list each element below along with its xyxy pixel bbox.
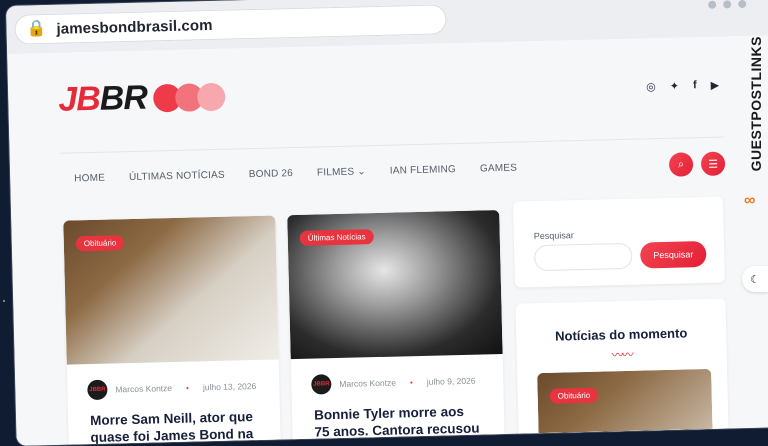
post-author[interactable]: Marcos Kontze	[115, 383, 172, 394]
nav-home[interactable]: HOME	[74, 173, 105, 185]
search-button[interactable]: Pesquisar	[639, 240, 707, 269]
instagram-icon[interactable]: ◎	[646, 80, 656, 93]
post-card[interactable]: Últimas Notícias JBBR Marcos Kontze • ju…	[287, 210, 505, 446]
post-image[interactable]: Obituário	[63, 215, 279, 365]
post-card[interactable]: Obituário JBBR Marcos Kontze • julho 13,…	[63, 215, 281, 446]
avatar: JBBR	[87, 379, 108, 401]
window-dot[interactable]	[723, 0, 732, 9]
nav-filmes[interactable]: FILMES ⌄	[317, 166, 366, 178]
logo-circles-icon	[152, 82, 226, 112]
post-date: julho 9, 2026	[426, 375, 476, 387]
meta-separator: •	[185, 383, 190, 393]
nav-ultimas-noticias[interactable]: ÚLTIMAS NOTÍCIAS	[129, 170, 225, 183]
search-icon[interactable]: ⌕	[668, 152, 694, 177]
avatar: JBBR	[311, 374, 332, 395]
dark-mode-toggle-icon[interactable]: ☾	[742, 266, 768, 292]
youtube-icon[interactable]: ▶	[711, 79, 720, 92]
squiggle-divider-icon: 〰〰	[611, 347, 632, 363]
web-page: JBBR ◎ ✦ f ▶ HOME ÚLTIMAS NOTÍCIAS BOND …	[7, 35, 768, 446]
nav-ian-fleming[interactable]: IAN FLEMING	[390, 164, 456, 177]
trending-widget: Notícias do momento 〰〰 Obituário	[515, 298, 730, 446]
search-widget: Pesquisar Pesquisar	[512, 196, 725, 288]
twitter-icon[interactable]: ✦	[670, 80, 680, 93]
address-bar[interactable]: 🔒 jamesbondbrasil.com	[14, 4, 447, 45]
post-image[interactable]: Últimas Notícias	[287, 210, 503, 360]
window-dot[interactable]	[738, 0, 747, 9]
trending-title: Notícias do momento	[554, 325, 688, 344]
window-dot[interactable]	[708, 0, 717, 9]
logo-text: JBBR	[57, 78, 148, 119]
social-links: ◎ ✦ f ▶	[646, 79, 720, 93]
browser-window: 🔒 jamesbondbrasil.com JBBR ◎ ✦ f ▶ HOME	[6, 0, 768, 446]
site-logo[interactable]: JBBR	[57, 77, 226, 120]
facebook-icon[interactable]: f	[693, 79, 697, 92]
trending-post-image[interactable]: Obituário	[537, 368, 713, 434]
post-title[interactable]: Morre Sam Neill, ator que quase foi Jame…	[68, 395, 281, 445]
trending-post[interactable]: Obituário	[537, 368, 713, 444]
category-tag[interactable]: Obituário	[549, 387, 599, 404]
post-date: julho 13, 2026	[202, 380, 257, 393]
search-input[interactable]	[534, 242, 633, 272]
post-title[interactable]: Bonnie Tyler morre aos 75 anos. Cantora …	[292, 390, 505, 441]
meta-separator: •	[409, 377, 413, 387]
category-tag[interactable]: Últimas Notícias	[299, 229, 374, 246]
site-header: JBBR ◎ ✦ f ▶	[58, 59, 725, 145]
search-label: Pesquisar	[533, 230, 574, 242]
lock-icon: 🔒	[26, 20, 47, 38]
nav-games[interactable]: GAMES	[480, 163, 517, 175]
watermark-brand-text: GUESTPOSTLINKS	[748, 36, 764, 172]
nav-bond-26[interactable]: BOND 26	[249, 168, 293, 180]
menu-icon[interactable]: ☰	[700, 151, 726, 177]
main-nav: HOME ÚLTIMAS NOTÍCIAS BOND 26 FILMES ⌄ I…	[59, 136, 726, 194]
url-text: jamesbondbrasil.com	[56, 16, 213, 38]
chain-link-icon: ∞	[744, 192, 756, 209]
category-tag[interactable]: Obituário	[75, 235, 125, 252]
window-controls	[708, 0, 747, 9]
post-author[interactable]: Marcos Kontze	[339, 378, 396, 389]
